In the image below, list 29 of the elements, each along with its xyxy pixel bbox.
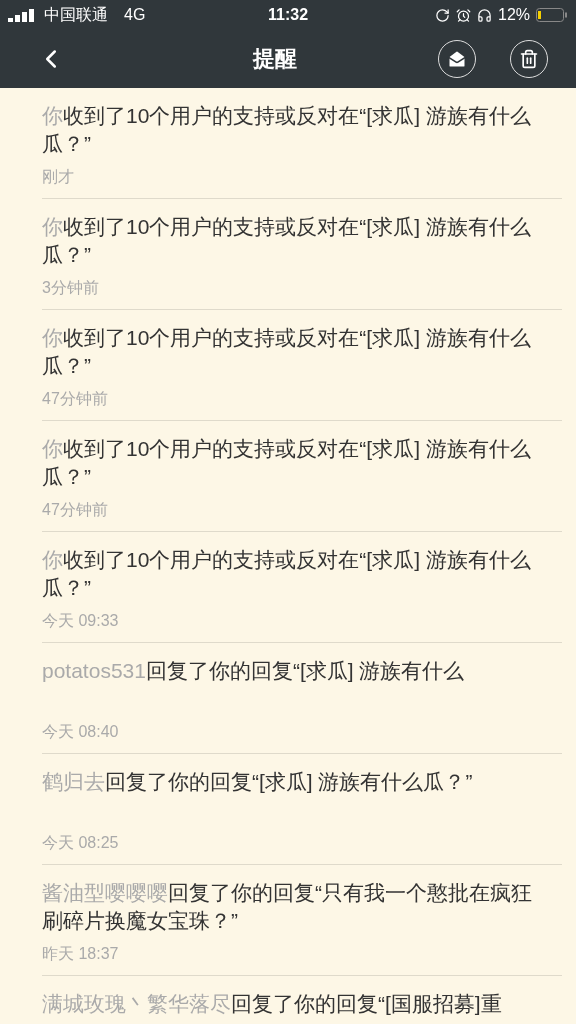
notification-text[interactable]: 你收到了10个用户的支持或反对在“[求瓜] 游族有什么瓜？”: [42, 324, 550, 380]
page-title: 提醒: [251, 45, 298, 73]
network-type: 4G: [124, 6, 146, 24]
notification-text[interactable]: 你收到了10个用户的支持或反对在“[求瓜] 游族有什么瓜？”: [42, 102, 550, 158]
notification-text[interactable]: 你收到了10个用户的支持或反对在“[求瓜] 游族有什么瓜？”: [42, 546, 550, 602]
notification-text[interactable]: 你收到了10个用户的支持或反对在“[求瓜] 游族有什么瓜？”: [42, 213, 550, 269]
notification-time: 47分钟前: [42, 500, 109, 520]
clock: 11:32: [268, 6, 309, 24]
alarm-icon: [456, 7, 471, 23]
battery-percent: 12%: [498, 6, 530, 24]
notification-text[interactable]: 满城玫瑰丶繁华落尽回复了你的回复“[国服招募]重: [42, 990, 550, 1024]
notification-time: 今天 09:33: [42, 611, 120, 631]
notification-time: 今天 08:25: [42, 833, 120, 853]
signal-icon: [8, 8, 36, 22]
notification-time: 刚才: [42, 167, 75, 187]
headphones-icon: [477, 7, 492, 23]
open-envelope-icon: [447, 49, 467, 69]
carrier-name: 中国联通: [44, 4, 108, 25]
notification-text[interactable]: 酱油型嘤嘤嘤回复了你的回复“只有我一个憨批在疯狂刷碎片换魔女宝珠？”: [42, 879, 550, 935]
notification-time: 3分钟前: [42, 278, 100, 298]
notification-text[interactable]: 你收到了10个用户的支持或反对在“[求瓜] 游族有什么瓜？”: [42, 435, 550, 491]
notification-text[interactable]: potatos531回复了你的回复“[求瓜] 游族有什么: [42, 657, 550, 713]
battery-icon: [536, 8, 568, 22]
rotation-lock-icon: [435, 7, 450, 23]
notification-time: 昨天 18:37: [42, 944, 120, 964]
trash-icon: [519, 49, 539, 69]
notification-text[interactable]: 鹤归去回复了你的回复“[求瓜] 游族有什么瓜？”: [42, 768, 550, 824]
notification-time: 今天 08:40: [42, 722, 120, 742]
notification-time: 47分钟前: [42, 389, 109, 409]
